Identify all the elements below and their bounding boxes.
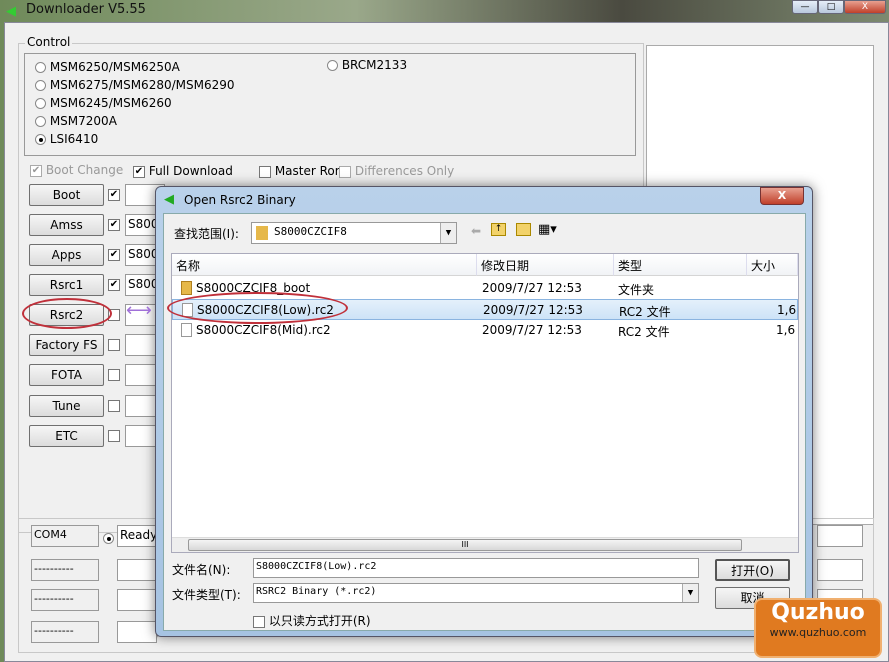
window-title: Downloader V5.55 [26,2,146,17]
boot-change-checkbox[interactable]: ✔ Boot Change [30,163,123,177]
chipset-box: MSM6250/MSM6250A MSM6275/MSM6280/MSM6290… [24,53,636,156]
full-download-checkbox[interactable]: ✔ Full Download [133,164,233,178]
column-type[interactable]: 类型 [614,254,747,276]
filetype-label: 文件类型(T): [172,588,241,602]
image-button-1[interactable]: Amss [29,214,104,236]
filename-label: 文件名(N): [172,563,231,577]
filetype-select[interactable]: RSRC2 Binary (*.rc2) ▼ [253,583,699,603]
port-label: ---------- [31,621,99,643]
port-status [117,559,157,581]
port-progress [817,525,863,547]
port-status: Ready [117,525,157,547]
folder-icon [256,226,268,240]
file-size: 1,6 [776,323,796,337]
port-label: COM4 [31,525,99,547]
image-button-2[interactable]: Apps [29,244,104,266]
image-checkbox[interactable] [108,400,120,412]
port-progress [817,559,863,581]
scrollbar-thumb[interactable]: III [188,539,742,551]
column-name[interactable]: 名称 [172,254,477,276]
open-button[interactable]: 打开(O) [715,559,790,581]
folder-icon [181,281,192,295]
chip-radio[interactable]: BRCM2133 [327,58,407,72]
look-in-label: 查找范围(I): [174,227,239,241]
master-rom-checkbox[interactable]: Master Rom [259,164,346,178]
image-button-6[interactable]: FOTA [29,364,104,386]
image-button-3[interactable]: Rsrc1 [29,274,104,296]
back-icon[interactable]: ⬅ [471,224,481,238]
dialog-body: 查找范围(I): S8000CZCIF8 ▼ ⬅ ↑ ▦▾ 名称 修改日期 类型… [163,213,806,631]
port-label: ---------- [31,559,99,581]
column-size[interactable]: 大小 [747,254,798,276]
file-icon [181,323,192,337]
control-legend: Control [25,35,73,49]
watermark-logo: Quzhuo www.quzhuo.com [754,598,882,658]
file-date: 2009/7/27 12:53 [483,303,583,317]
port-radio[interactable] [103,533,114,544]
highlight-ellipse [167,292,348,324]
dialog-close-button[interactable]: X [760,187,804,205]
port-status [117,621,157,643]
image-checkbox[interactable]: ✔ [108,219,120,231]
chip-radio[interactable]: MSM6245/MSM6260 [35,96,172,110]
chip-radio[interactable]: MSM6275/MSM6280/MSM6290 [35,78,235,92]
minimize-button[interactable]: — [792,0,818,14]
file-type: 文件夹 [618,283,655,297]
open-file-dialog: ◀ Open Rsrc2 Binary X 查找范围(I): S8000CZCI… [155,186,813,637]
image-checkbox[interactable] [108,430,120,442]
file-date: 2009/7/27 12:53 [482,281,582,295]
image-button-8[interactable]: ETC [29,425,104,447]
dialog-title: Open Rsrc2 Binary [184,193,296,207]
port-status [117,589,157,611]
image-checkbox[interactable]: ✔ [108,189,120,201]
differences-only-checkbox[interactable]: Differences Only [339,164,454,178]
app-arrow-icon: ◀ [6,4,16,19]
title-bar: ◀ Downloader V5.55 — □ X [0,0,889,22]
maximize-button[interactable]: □ [818,0,844,14]
close-button[interactable]: X [844,0,886,14]
highlight-ellipse [22,298,112,329]
image-button-7[interactable]: Tune [29,395,104,417]
look-in-select[interactable]: S8000CZCIF8 ▼ [251,222,457,244]
column-date[interactable]: 修改日期 [477,254,614,276]
image-button-5[interactable]: Factory FS [29,334,104,356]
image-checkbox[interactable]: ✔ [108,279,120,291]
readonly-checkbox[interactable]: 以只读方式打开(R) [253,612,371,629]
file-type: RC2 文件 [619,305,671,319]
dialog-arrow-icon: ◀ [164,192,174,207]
chip-radio[interactable]: MSM7200A [35,114,117,128]
chip-radio[interactable]: LSI6410 [35,132,98,146]
arrow-annotation-icon: ⟷ [126,300,152,321]
image-checkbox[interactable]: ✔ [108,249,120,261]
filename-input[interactable]: S8000CZCIF8(Low).rc2 [253,558,699,578]
view-menu-icon[interactable]: ▦▾ [538,222,557,237]
new-folder-icon[interactable] [516,223,531,236]
file-date: 2009/7/27 12:53 [482,323,582,337]
file-name: S8000CZCIF8(Mid).rc2 [196,323,331,337]
image-button-0[interactable]: Boot [29,184,104,206]
port-label: ---------- [31,589,99,611]
image-checkbox[interactable] [108,369,120,381]
file-type: RC2 文件 [618,325,670,339]
chip-radio[interactable]: MSM6250/MSM6250A [35,60,180,74]
up-folder-icon[interactable]: ↑ [491,223,506,236]
horizontal-scrollbar[interactable]: III [172,537,798,552]
file-size: 1,6 [777,303,797,317]
image-checkbox[interactable] [108,339,120,351]
